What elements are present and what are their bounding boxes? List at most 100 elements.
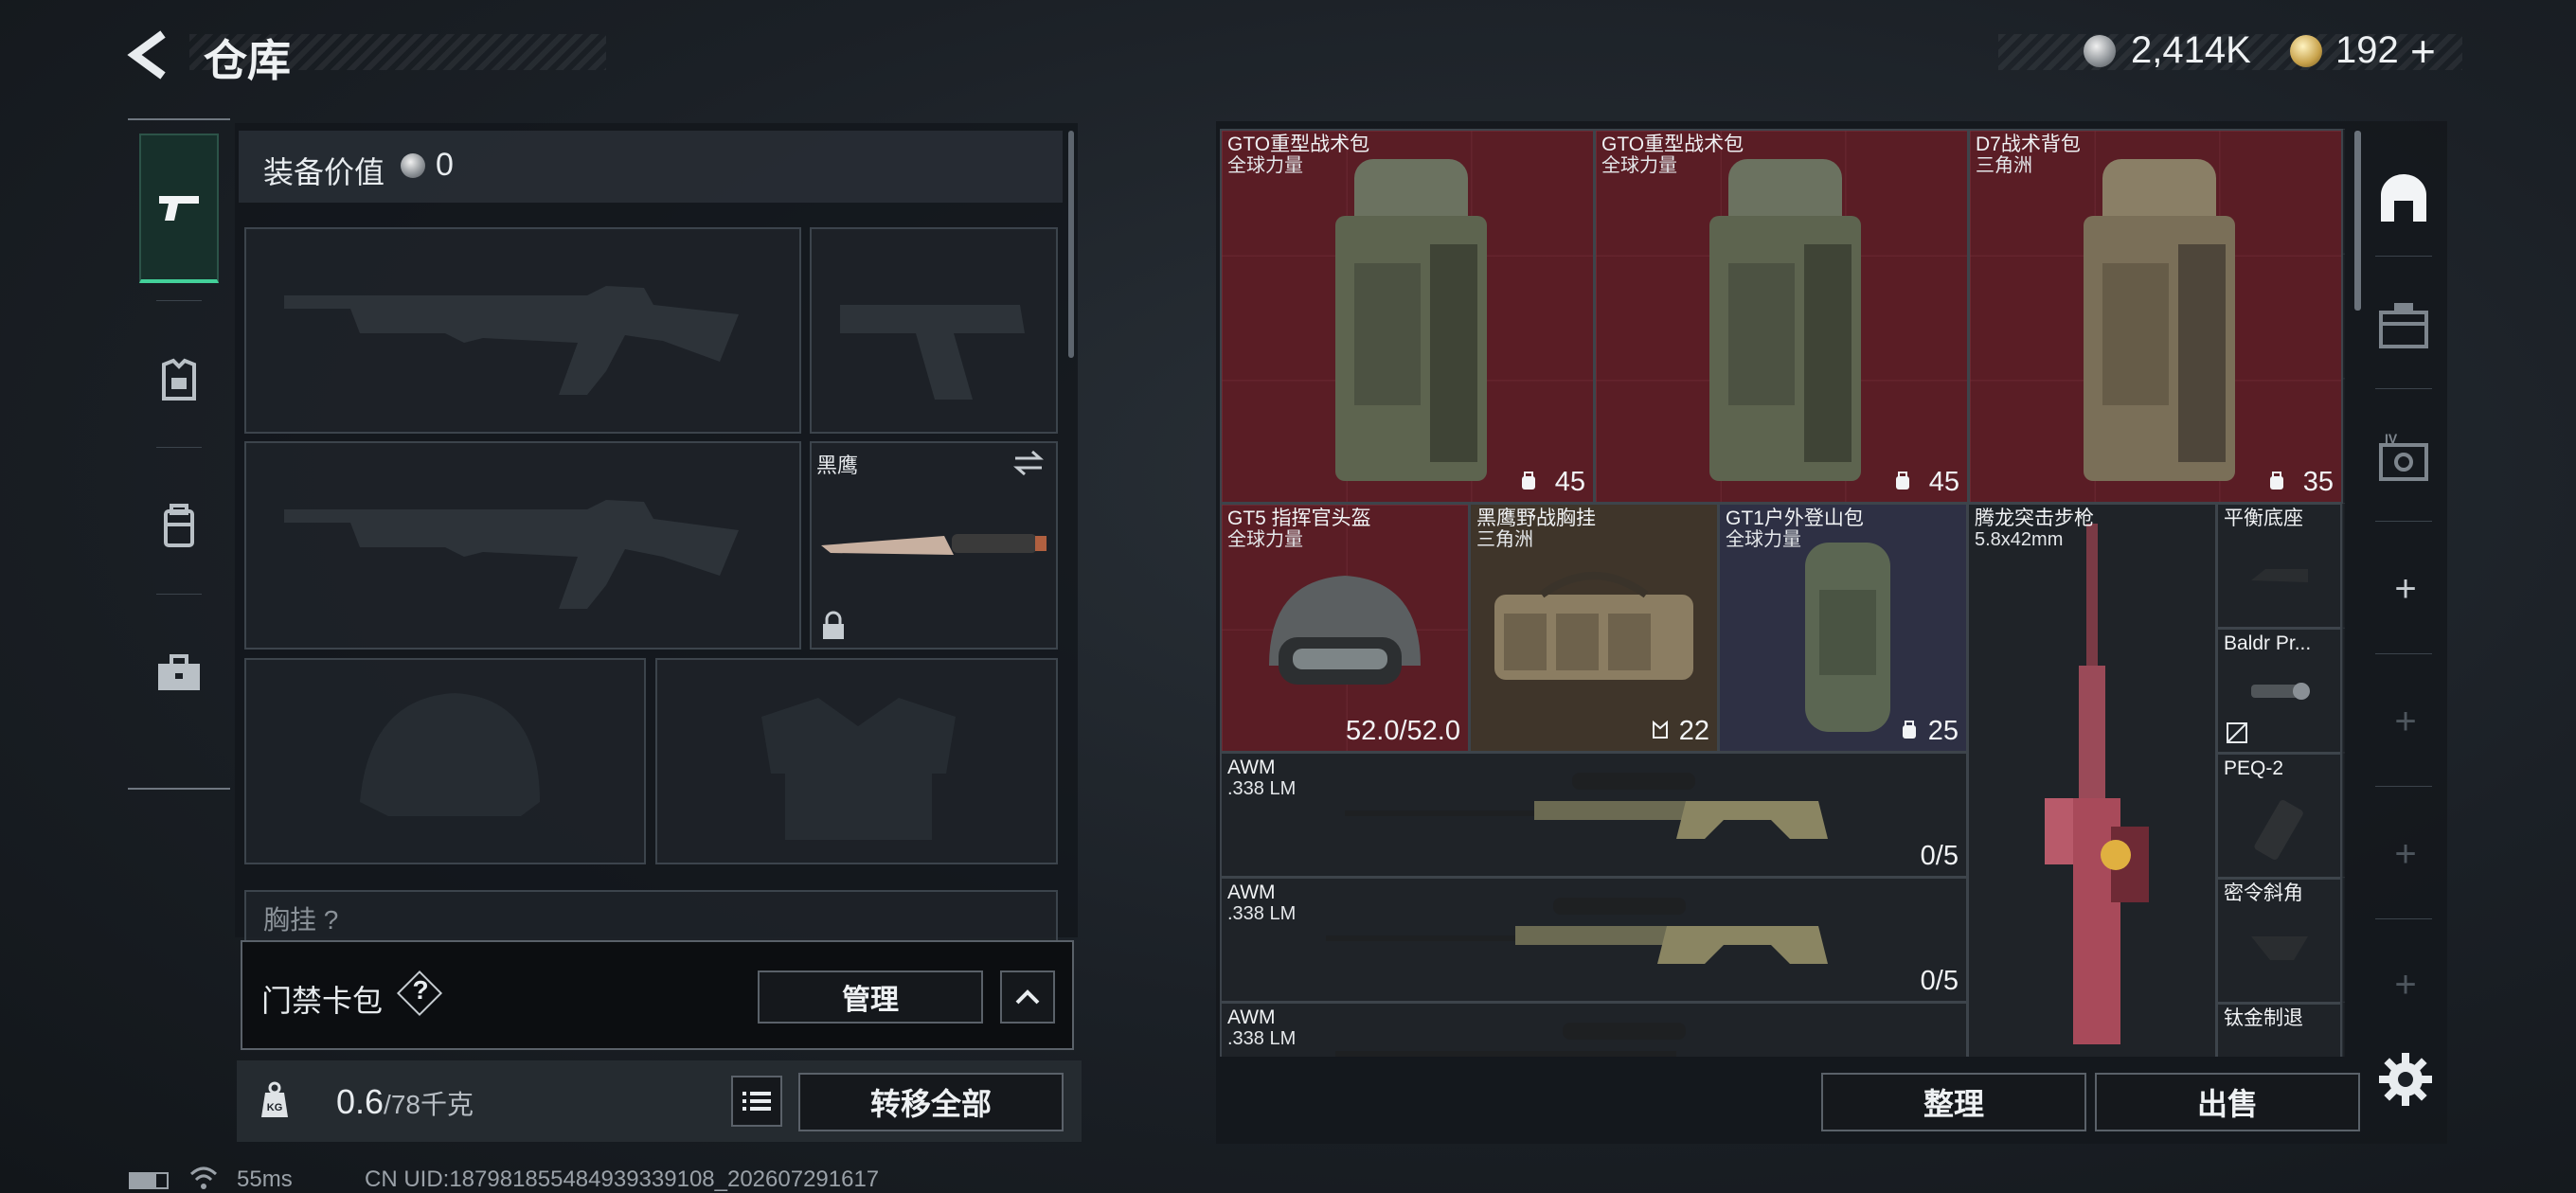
gold-coin-icon bbox=[2290, 35, 2322, 67]
helmet-image bbox=[1269, 576, 1421, 685]
sort-button[interactable]: 整理 bbox=[1821, 1073, 2086, 1131]
add-storage-button-locked: + bbox=[2394, 964, 2417, 1006]
item-name: PEQ-2 bbox=[2224, 757, 2284, 779]
pistol-slot[interactable] bbox=[810, 227, 1058, 434]
battery-icon bbox=[129, 1172, 169, 1189]
warehouse-tab-2[interactable] bbox=[2370, 290, 2438, 358]
item-gto-backpack-1[interactable]: GTO重型战术包 全球力量 45 bbox=[1220, 129, 1595, 504]
add-storage-button-locked: + bbox=[2394, 701, 2417, 742]
item-name: 钛金制退 bbox=[2224, 1007, 2303, 1029]
capacity-icon bbox=[2270, 472, 2283, 490]
add-storage-button-locked: + bbox=[2394, 833, 2417, 875]
sniper-rifle-image bbox=[1345, 773, 1828, 839]
equipment-value: 0 bbox=[436, 147, 454, 183]
item-capacity: 45 bbox=[1554, 467, 1585, 497]
item-capacity: 35 bbox=[2302, 467, 2334, 497]
swap-icon[interactable] bbox=[1011, 449, 1046, 477]
backpack-image bbox=[1709, 159, 1861, 481]
item-tenglong-rifle[interactable]: 腾龙突击步枪 5.8x42mm bbox=[1967, 503, 2217, 1057]
category-toolbox[interactable] bbox=[139, 598, 219, 748]
chest-rig-slot[interactable] bbox=[244, 890, 1058, 947]
chest-rig-label: 胸挂 ? bbox=[263, 905, 339, 935]
grip-image bbox=[2251, 936, 2308, 960]
laser-image bbox=[2254, 799, 2303, 861]
chest-rig-image bbox=[1494, 572, 1693, 680]
category-armor[interactable] bbox=[139, 305, 219, 454]
weight-icon: KG bbox=[261, 1081, 288, 1117]
item-awm-3[interactable]: AWM .338 LM bbox=[1220, 1002, 1968, 1057]
helmet-slot[interactable] bbox=[244, 658, 646, 864]
sniper-rifle-image bbox=[1326, 898, 1828, 964]
item-capacity: 25 bbox=[1927, 716, 1959, 746]
transfer-all-button[interactable]: 转移全部 bbox=[798, 1073, 1064, 1131]
silver-coin-icon bbox=[401, 153, 425, 178]
warehouse-tab-3[interactable]: IV bbox=[2370, 422, 2438, 490]
flashlight-image bbox=[2251, 683, 2310, 700]
pistol-silhouette-icon bbox=[840, 305, 1025, 400]
item-name: AWM bbox=[1227, 757, 1276, 778]
item-peq2[interactable]: PEQ-2 bbox=[2216, 753, 2342, 879]
item-capacity: 45 bbox=[1928, 467, 1959, 497]
item-gt5-helmet[interactable]: GT5 指挥官头盔 全球力量 52.0/52.0 bbox=[1220, 503, 1470, 753]
chevron-up-icon bbox=[1015, 989, 1040, 1005]
add-currency-button[interactable]: + bbox=[2410, 26, 2436, 77]
capacity-icon bbox=[1903, 721, 1916, 739]
warehouse-scrollbar[interactable] bbox=[2354, 131, 2361, 311]
item-name: D7战术背包 bbox=[1976, 134, 2081, 155]
item-durability: 52.0/52.0 bbox=[1346, 716, 1460, 746]
list-icon bbox=[742, 1092, 771, 1111]
gold-currency-value: 192 bbox=[2335, 29, 2399, 71]
category-backpack[interactable] bbox=[139, 452, 219, 601]
lock-icon bbox=[823, 611, 844, 639]
helmet-silhouette-icon bbox=[360, 693, 540, 816]
add-storage-button[interactable]: + bbox=[2387, 568, 2424, 611]
item-brand: 全球力量 bbox=[1227, 529, 1303, 550]
melee-item-name: 黑鹰 bbox=[816, 454, 859, 477]
item-baldr[interactable]: Baldr Pr... bbox=[2216, 628, 2342, 754]
equipment-value-label: 装备价值 bbox=[263, 155, 385, 189]
item-name: Baldr Pr... bbox=[2224, 632, 2312, 654]
item-gt1-backpack[interactable]: GT1户外登山包 全球力量 25 bbox=[1718, 503, 1968, 753]
loadout-scrollbar[interactable] bbox=[1068, 131, 1074, 358]
capacity-icon bbox=[1896, 472, 1909, 490]
item-brand: 全球力量 bbox=[1227, 155, 1303, 176]
item-name: GTO重型战术包 bbox=[1227, 134, 1370, 155]
item-brand: 三角洲 bbox=[1476, 529, 1533, 550]
warehouse-icon bbox=[2381, 174, 2426, 222]
item-caliber: .338 LM bbox=[1227, 778, 1297, 799]
item-name: GTO重型战术包 bbox=[1601, 134, 1744, 155]
warehouse-tab-main[interactable] bbox=[2370, 165, 2438, 233]
item-ammo: 0/5 bbox=[1920, 966, 1959, 996]
item-name: 密令斜角 bbox=[2224, 882, 2303, 904]
item-name: 黑鹰野战胸挂 bbox=[1476, 507, 1596, 529]
capacity-icon bbox=[1653, 721, 1668, 739]
item-name: AWM bbox=[1227, 1006, 1276, 1028]
item-blackhawk-chest-rig[interactable]: 黑鹰野战胸挂 三角洲 22 bbox=[1469, 503, 1719, 753]
expand-button[interactable] bbox=[1000, 970, 1055, 1024]
item-caliber: .338 LM bbox=[1227, 1028, 1297, 1049]
item-d7-backpack[interactable]: D7战术背包 三角洲 35 bbox=[1968, 129, 2343, 504]
item-awm-2[interactable]: AWM .338 LM 0/5 bbox=[1220, 877, 1968, 1003]
item-gto-backpack-2[interactable]: GTO重型战术包 全球力量 45 bbox=[1594, 129, 1969, 504]
back-arrow-icon[interactable] bbox=[123, 28, 180, 81]
secondary-weapon-slot[interactable] bbox=[244, 441, 801, 650]
item-balance-stock[interactable]: 平衡底座 bbox=[2216, 503, 2342, 629]
item-name: 平衡底座 bbox=[2224, 507, 2303, 529]
item-awm-1[interactable]: AWM .338 LM 0/5 bbox=[1220, 752, 1968, 878]
storage-box-icon bbox=[2379, 303, 2428, 348]
item-brand: 全球力量 bbox=[1601, 155, 1677, 176]
primary-weapon-slot[interactable] bbox=[244, 227, 801, 434]
list-view-button[interactable] bbox=[731, 1076, 782, 1127]
category-weapons[interactable] bbox=[139, 134, 219, 283]
stock-image bbox=[2251, 569, 2308, 582]
item-brand: 三角洲 bbox=[1976, 155, 2032, 176]
sell-button[interactable]: 出售 bbox=[2095, 1073, 2360, 1131]
item-angled-grip[interactable]: 密令斜角 bbox=[2216, 878, 2342, 1004]
item-titanium-brake[interactable]: 钛金制退 bbox=[2216, 1003, 2342, 1057]
rifle-image bbox=[2045, 524, 2149, 1044]
body-armor-slot[interactable] bbox=[655, 658, 1058, 864]
manage-button[interactable]: 管理 bbox=[758, 970, 983, 1024]
item-caliber: .338 LM bbox=[1227, 903, 1297, 924]
gear-icon[interactable] bbox=[2377, 1051, 2434, 1108]
category-rail bbox=[128, 118, 230, 790]
